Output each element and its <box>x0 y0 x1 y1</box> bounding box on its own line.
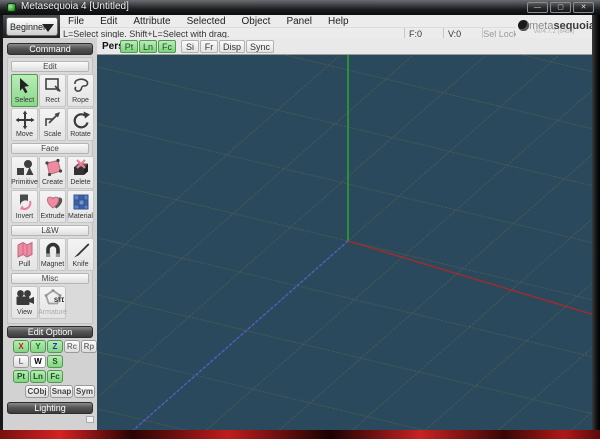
viewport-3d[interactable] <box>97 55 592 430</box>
menu-object[interactable]: Object <box>234 16 279 27</box>
maximize-button[interactable]: ▢ <box>550 2 571 13</box>
toggle-disp[interactable]: Disp <box>219 40 245 53</box>
rotate-icon <box>73 111 90 129</box>
material-icon <box>73 194 88 210</box>
world-coord-button[interactable]: W <box>30 355 46 368</box>
tool-delete[interactable]: Delete <box>67 156 94 189</box>
menu-help[interactable]: Help <box>320 16 357 27</box>
screen-coord-button[interactable]: S <box>47 355 63 368</box>
menu-file[interactable]: File <box>60 16 92 27</box>
tool-magnet[interactable]: Magnet <box>39 238 66 271</box>
mode-selector-area: Beginner <box>3 15 60 38</box>
invert-icon <box>19 194 31 210</box>
app-icon <box>7 3 16 12</box>
delete-face-icon <box>73 159 88 175</box>
toggle-si[interactable]: Si <box>181 40 199 53</box>
window-title: Metasequoia 4 [Untitled] <box>21 1 129 12</box>
move-icon <box>15 110 34 130</box>
tool-material[interactable]: Material <box>67 190 94 223</box>
command-panel-body: Edit Select Rect Rope Move Scale Rotate … <box>7 57 94 324</box>
window-right-border <box>592 15 600 439</box>
toggle-faces[interactable]: Fc <box>158 40 176 53</box>
tool-extrude[interactable]: Extrude <box>39 190 66 223</box>
magnet-icon <box>45 242 60 257</box>
create-face-icon <box>44 158 62 177</box>
edit-ln-button[interactable]: Ln <box>30 370 46 383</box>
minimize-button[interactable]: — <box>527 2 548 13</box>
tool-knife[interactable]: Knife <box>67 238 94 271</box>
close-button[interactable]: ✕ <box>573 2 594 13</box>
rope-select-icon <box>73 78 88 92</box>
movie-camera-icon <box>16 290 34 305</box>
viewport-canvas <box>97 55 592 430</box>
menu-edit[interactable]: Edit <box>92 16 125 27</box>
tool-rect[interactable]: Rect <box>39 74 66 107</box>
panel-resize-grip[interactable] <box>86 416 94 423</box>
tool-select[interactable]: Select <box>11 74 38 107</box>
extrude-icon <box>46 196 62 209</box>
menu-panel[interactable]: Panel <box>278 16 320 27</box>
version-label: Ver4.7.2 (64bit) <box>533 29 575 35</box>
rc-button[interactable]: Rc <box>64 340 80 353</box>
edit-pt-button[interactable]: Pt <box>13 370 29 383</box>
svg-text:STD: STD <box>54 298 64 304</box>
lighting-header[interactable]: Lighting <box>7 402 93 414</box>
toggle-lines[interactable]: Ln <box>139 40 157 53</box>
snap-button[interactable]: Snap <box>50 385 73 398</box>
axis-x-button[interactable]: X <box>13 340 29 353</box>
axis-z-button[interactable]: Z <box>47 340 63 353</box>
edit-fc-button[interactable]: Fc <box>47 370 63 383</box>
toggle-sync[interactable]: Sync <box>246 40 274 53</box>
local-coord-button[interactable]: L <box>13 355 29 368</box>
tool-armature[interactable]: STD Armature <box>38 286 67 319</box>
tool-rope[interactable]: Rope <box>67 74 94 107</box>
sym-button[interactable]: Sym <box>74 385 95 398</box>
rp-button[interactable]: Rp <box>81 340 97 353</box>
tool-pull[interactable]: Pull <box>11 238 38 271</box>
group-face-header[interactable]: Face <box>11 143 89 154</box>
menu-bar: File Edit Attribute Selected Object Pane… <box>60 15 592 27</box>
primitive-icon <box>16 160 33 175</box>
tool-primitive[interactable]: Primitive <box>11 156 38 189</box>
tool-rotate[interactable]: Rotate <box>67 108 94 141</box>
rect-select-icon <box>44 78 61 92</box>
command-panel: Command Edit Select Rect Rope Move Scale… <box>3 38 97 430</box>
mode-dropdown-value: Beginner <box>10 21 47 32</box>
group-misc-header[interactable]: Misc <box>11 273 89 284</box>
mode-dropdown[interactable]: Beginner <box>6 17 58 36</box>
chevron-down-icon <box>42 24 54 32</box>
hint-bar: L=Select single. Shift+L=Select with dra… <box>60 27 592 39</box>
command-panel-header[interactable]: Command <box>7 43 93 55</box>
toggle-fr[interactable]: Fr <box>200 40 218 53</box>
tool-scale[interactable]: Scale <box>39 108 66 141</box>
menu-attribute[interactable]: Attribute <box>125 16 178 27</box>
group-lw-header[interactable]: L&W <box>11 225 89 236</box>
knife-icon <box>73 243 89 258</box>
title-bar: Metasequoia 4 [Untitled] — ▢ ✕ <box>0 0 600 15</box>
pull-icon <box>17 241 32 258</box>
tool-create[interactable]: Create <box>39 156 66 189</box>
cobj-button[interactable]: CObj <box>25 385 49 398</box>
scale-icon <box>44 112 60 126</box>
tool-view[interactable]: View <box>11 286 38 319</box>
armature-icon: STD <box>44 289 64 305</box>
edit-option-header[interactable]: Edit Option <box>7 326 93 338</box>
select-icon <box>19 78 29 94</box>
menu-selected[interactable]: Selected <box>179 16 234 27</box>
tool-invert[interactable]: Invert <box>11 190 38 223</box>
toggle-points[interactable]: Pt <box>120 40 138 53</box>
app-window: Metasequoia 4 [Untitled] — ▢ ✕ Beginner … <box>0 0 600 439</box>
group-edit-header[interactable]: Edit <box>11 61 89 72</box>
window-bottom-border <box>0 430 600 439</box>
view-toolbar: Pers Pt Ln Fc Si Fr Disp Sync <box>97 38 592 55</box>
axis-y-button[interactable]: Y <box>30 340 46 353</box>
tool-move[interactable]: Move <box>11 108 38 141</box>
